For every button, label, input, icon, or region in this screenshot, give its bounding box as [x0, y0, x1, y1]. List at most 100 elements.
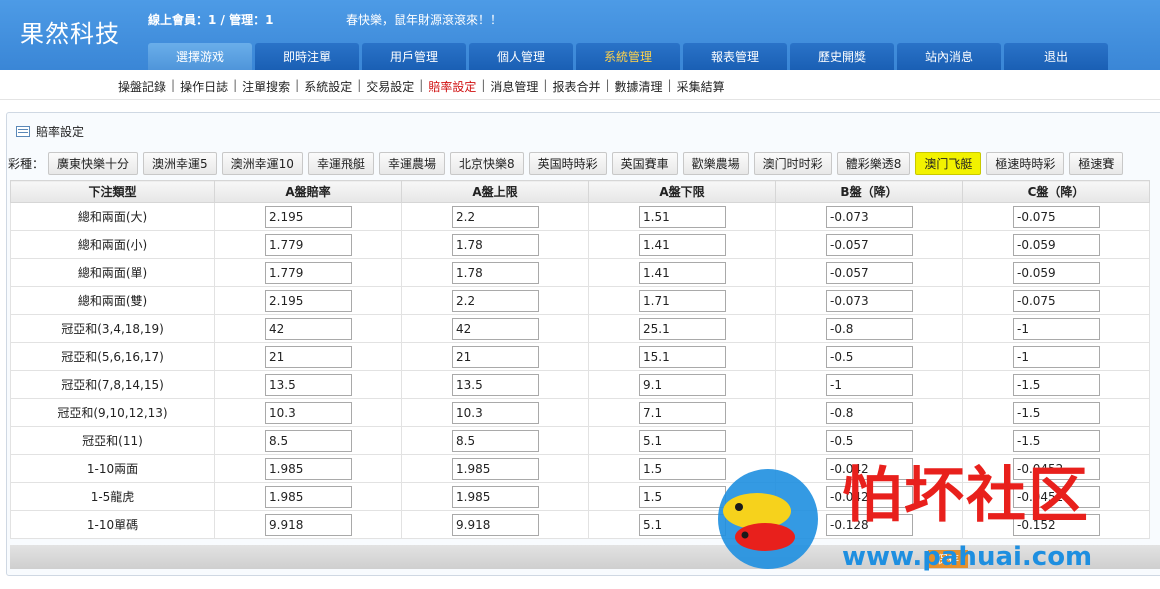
lottery-button[interactable]: 英国時時彩 [528, 151, 607, 175]
odds-input[interactable] [452, 401, 539, 424]
lottery-button[interactable]: 英国賽車 [611, 151, 678, 175]
odds-input[interactable] [639, 289, 726, 312]
column-header: A盤下限 [588, 180, 776, 203]
odds-input[interactable] [452, 317, 539, 340]
subnav-separator: | [171, 78, 176, 92]
nav-tab[interactable]: 系統管理 [576, 43, 680, 70]
odds-input[interactable] [639, 317, 726, 340]
odds-input[interactable] [826, 401, 913, 424]
lottery-button[interactable]: 幸運農場 [378, 151, 445, 175]
odds-input[interactable] [265, 457, 352, 480]
subnav-link[interactable]: 操盤記錄 [118, 78, 166, 95]
odds-input[interactable] [265, 485, 352, 508]
odds-input[interactable] [452, 485, 539, 508]
subnav-link[interactable]: 交易設定 [366, 78, 414, 95]
odds-input[interactable] [1013, 345, 1100, 368]
bet-type-cell: 總和兩面(單) [10, 258, 215, 287]
bet-type-cell: 冠亞和(3,4,18,19) [10, 314, 215, 343]
subnav-link[interactable]: 消息管理 [490, 78, 538, 95]
odds-input[interactable] [639, 261, 726, 284]
odds-input[interactable] [826, 289, 913, 312]
subnav-separator: | [295, 78, 300, 92]
odds-input[interactable] [452, 233, 539, 256]
lottery-button[interactable]: 澳洲幸運5 [143, 151, 217, 175]
subnav-link[interactable]: 賠率設定 [428, 78, 476, 95]
odds-input[interactable] [1013, 317, 1100, 340]
lottery-button[interactable]: 幸運飛艇 [307, 151, 374, 175]
lottery-button[interactable]: 廣東快樂十分 [48, 151, 139, 175]
nav-tab[interactable]: 報表管理 [683, 43, 787, 70]
odds-input[interactable] [265, 401, 352, 424]
lottery-button[interactable]: 歡樂農場 [682, 151, 749, 175]
odds-cell [588, 230, 776, 259]
odds-input[interactable] [1013, 373, 1100, 396]
odds-input[interactable] [265, 261, 352, 284]
odds-input[interactable] [826, 261, 913, 284]
odds-cell [775, 314, 963, 343]
lottery-button[interactable]: 極速賽 [1069, 151, 1124, 175]
odds-input[interactable] [265, 233, 352, 256]
odds-input[interactable] [826, 205, 913, 228]
odds-input[interactable] [639, 233, 726, 256]
odds-input[interactable] [265, 289, 352, 312]
nav-tab[interactable]: 個人管理 [469, 43, 573, 70]
odds-input[interactable] [1013, 401, 1100, 424]
subnav-link[interactable]: 數據清理 [615, 78, 663, 95]
nav-tab[interactable]: 選擇游戏 [148, 43, 252, 70]
odds-input[interactable] [1013, 205, 1100, 228]
lottery-button[interactable]: 澳门时时彩 [753, 151, 832, 175]
odds-input[interactable] [1013, 429, 1100, 452]
odds-cell [401, 398, 589, 427]
lottery-button[interactable]: 澳洲幸運10 [221, 151, 303, 175]
odds-input[interactable] [826, 317, 913, 340]
nav-tab[interactable]: 退出 [1004, 43, 1108, 70]
odds-input[interactable] [452, 261, 539, 284]
odds-input[interactable] [452, 205, 539, 228]
nav-tab[interactable]: 用戶管理 [362, 43, 466, 70]
odds-input[interactable] [639, 205, 726, 228]
odds-input[interactable] [265, 345, 352, 368]
odds-input[interactable] [452, 457, 539, 480]
subnav-link[interactable]: 报表合并 [552, 78, 600, 95]
odds-input[interactable] [265, 429, 352, 452]
odds-cell [588, 398, 776, 427]
odds-cell [401, 342, 589, 371]
odds-input[interactable] [452, 345, 539, 368]
odds-input[interactable] [452, 513, 539, 536]
lottery-button[interactable]: 澳门飞艇 [915, 151, 982, 175]
odds-input[interactable] [639, 345, 726, 368]
subnav-separator: | [233, 78, 238, 92]
subnav-link[interactable]: 采集結算 [677, 78, 725, 95]
odds-input[interactable] [826, 345, 913, 368]
nav-tab[interactable]: 歷史開獎 [790, 43, 894, 70]
nav-tab[interactable]: 即時注單 [255, 43, 359, 70]
odds-input[interactable] [265, 513, 352, 536]
odds-input[interactable] [452, 289, 539, 312]
nav-tab[interactable]: 站內消息 [897, 43, 1001, 70]
odds-input[interactable] [639, 401, 726, 424]
odds-input[interactable] [639, 429, 726, 452]
odds-input[interactable] [1013, 233, 1100, 256]
column-header: B盤（降） [775, 180, 963, 203]
bet-type-cell: 總和兩面(大) [10, 202, 215, 231]
odds-cell [401, 510, 589, 539]
subnav-link[interactable]: 操作日誌 [180, 78, 228, 95]
odds-input[interactable] [826, 373, 913, 396]
odds-input[interactable] [639, 373, 726, 396]
odds-input[interactable] [826, 233, 913, 256]
lottery-button[interactable]: 體彩樂透8 [836, 151, 911, 175]
subnav-link[interactable]: 注單搜索 [242, 78, 290, 95]
odds-input[interactable] [826, 429, 913, 452]
lottery-button[interactable]: 極速時時彩 [986, 151, 1065, 175]
odds-input[interactable] [265, 317, 352, 340]
odds-input[interactable] [265, 373, 352, 396]
lottery-button[interactable]: 北京快樂8 [449, 151, 524, 175]
main-nav: 選擇游戏 即時注單 用戶管理 個人管理 系統管理 報表管理 歷史開獎 站內消息 退出 [148, 43, 1111, 70]
subnav-separator: | [419, 78, 424, 92]
odds-input[interactable] [1013, 261, 1100, 284]
odds-input[interactable] [265, 205, 352, 228]
odds-input[interactable] [452, 429, 539, 452]
odds-input[interactable] [452, 373, 539, 396]
subnav-link[interactable]: 系統設定 [304, 78, 352, 95]
odds-input[interactable] [1013, 289, 1100, 312]
